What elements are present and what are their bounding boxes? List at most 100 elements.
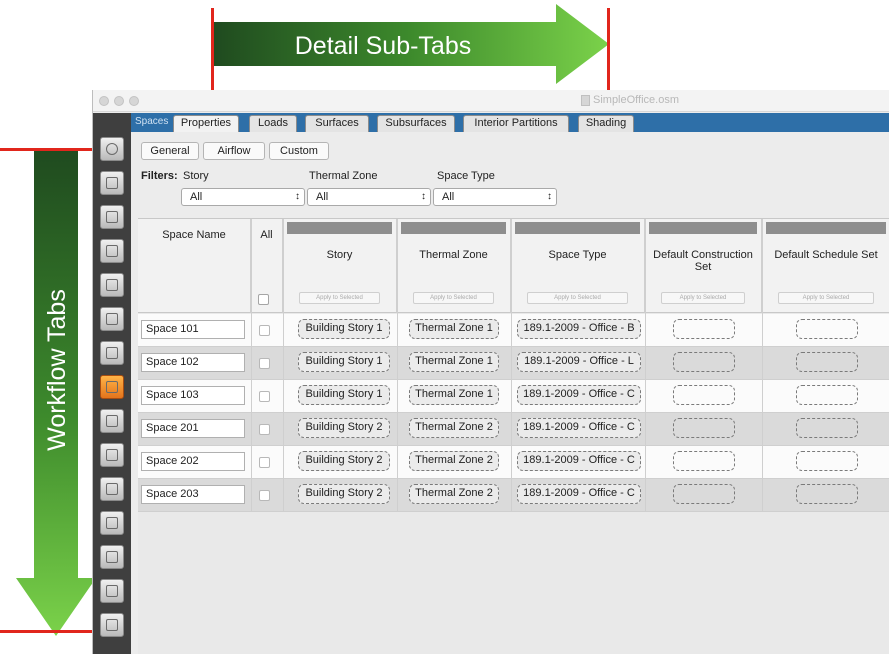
apply-to-selected-button[interactable]: Apply to Selected [299, 292, 380, 304]
type-filter-select[interactable]: All ↕ [433, 188, 557, 206]
zone-filter-select[interactable]: All ↕ [307, 188, 431, 206]
schedule-set-dropzone[interactable] [796, 385, 858, 405]
results-glyph-icon [106, 619, 118, 631]
space-name-field[interactable]: Space 202 [141, 452, 245, 471]
header-thermal-zone-label: Thermal Zone [419, 249, 488, 261]
header-drop-bar [649, 222, 757, 234]
workflow-tab-facility-icon[interactable] [100, 341, 124, 365]
row-select-checkbox[interactable] [259, 424, 270, 435]
workflow-tab-variables-icon[interactable] [100, 477, 124, 501]
chevron-updown-icon: ↕ [547, 191, 552, 202]
type-filter-label: Space Type [437, 170, 495, 182]
workflow-tab-simulation-settings-icon[interactable] [100, 511, 124, 535]
schedule-set-dropzone[interactable] [796, 418, 858, 438]
tab-loads[interactable]: Loads [249, 115, 297, 132]
row-select-checkbox[interactable] [259, 325, 270, 336]
construction-set-dropzone[interactable] [673, 451, 735, 471]
type-filter-value: All [442, 191, 455, 203]
apply-to-selected-button[interactable]: Apply to Selected [661, 292, 745, 304]
row-select-checkbox[interactable] [259, 391, 270, 402]
workflow-tab-spaces-icon[interactable] [100, 375, 124, 399]
space-name-field[interactable]: Space 102 [141, 353, 245, 372]
workflow-tab-constructions-icon[interactable] [100, 205, 124, 229]
row-select-checkbox[interactable] [259, 358, 270, 369]
header-default-schedule-set: Default Schedule Set Apply to Selected [762, 219, 889, 313]
constructions-glyph-icon [106, 211, 118, 223]
workflow-tab-run-icon[interactable] [100, 579, 124, 603]
workflow-tab-schedules-icon[interactable] [100, 171, 124, 195]
tab-surfaces[interactable]: Surfaces [305, 115, 369, 132]
space-type-dropzone[interactable]: 189.1-2009 - Office - L [517, 352, 641, 372]
space-name-field[interactable]: Space 203 [141, 485, 245, 504]
space-type-dropzone[interactable]: 189.1-2009 - Office - C [517, 385, 641, 405]
header-schedule-label: Default Schedule Set [774, 249, 878, 261]
space-type-dropzone[interactable]: 189.1-2009 - Office - C [517, 418, 641, 438]
general-button[interactable]: General [141, 142, 199, 160]
schedule-set-dropzone[interactable] [796, 484, 858, 504]
workflow-tab-thermal-zones-icon[interactable] [100, 409, 124, 433]
thermal-zone-dropzone[interactable]: Thermal Zone 1 [409, 385, 499, 405]
schedule-set-dropzone[interactable] [796, 352, 858, 372]
airflow-button[interactable]: Airflow [203, 142, 265, 160]
custom-button[interactable]: Custom [269, 142, 329, 160]
schedule-set-dropzone[interactable] [796, 451, 858, 471]
story-filter-select[interactable]: All ↕ [181, 188, 305, 206]
construction-set-dropzone[interactable] [673, 319, 735, 339]
story-dropzone[interactable]: Building Story 1 [298, 352, 390, 372]
close-button[interactable] [99, 96, 109, 106]
schedule-set-dropzone[interactable] [796, 319, 858, 339]
minimize-button[interactable] [114, 96, 124, 106]
loads-glyph-icon [106, 245, 118, 257]
row-select-checkbox[interactable] [259, 490, 270, 501]
story-dropzone[interactable]: Building Story 2 [298, 484, 390, 504]
construction-set-dropzone[interactable] [673, 484, 735, 504]
header-space-type-label: Space Type [548, 249, 607, 261]
zone-filter-value: All [316, 191, 329, 203]
space-name-field[interactable]: Space 103 [141, 386, 245, 405]
tab-subsurfaces[interactable]: Subsurfaces [377, 115, 455, 132]
tab-interior-partitions[interactable]: Interior Partitions [463, 115, 569, 132]
construction-set-dropzone[interactable] [673, 385, 735, 405]
space-type-dropzone[interactable]: 189.1-2009 - Office - C [517, 451, 641, 471]
workflow-tab-results-icon[interactable] [100, 613, 124, 637]
tab-spaces[interactable]: Spaces [135, 116, 168, 127]
facility-glyph-icon [106, 347, 118, 359]
apply-to-selected-button[interactable]: Apply to Selected [778, 292, 874, 304]
space-type-dropzone[interactable]: 189.1-2009 - Office - B [517, 319, 641, 339]
space-name-field[interactable]: Space 201 [141, 419, 245, 438]
workflow-tab-geometry-icon[interactable] [100, 307, 124, 331]
zone-filter-label: Thermal Zone [309, 170, 378, 182]
select-all-checkbox[interactable] [258, 294, 269, 305]
spaces-grid: Space Name All Story Apply to Selected T… [138, 218, 889, 654]
column-divider [645, 219, 646, 511]
thermal-zone-dropzone[interactable]: Thermal Zone 1 [409, 352, 499, 372]
row-select-checkbox[interactable] [259, 457, 270, 468]
workflow-tab-measures-icon[interactable] [100, 545, 124, 569]
workflow-tab-hvac-icon[interactable] [100, 443, 124, 467]
workflow-tab-bar [93, 113, 131, 654]
space-name-field[interactable]: Space 101 [141, 320, 245, 339]
thermal-zone-dropzone[interactable]: Thermal Zone 2 [409, 484, 499, 504]
thermal-zone-dropzone[interactable]: Thermal Zone 2 [409, 418, 499, 438]
header-drop-bar [515, 222, 640, 234]
construction-set-dropzone[interactable] [673, 352, 735, 372]
apply-to-selected-button[interactable]: Apply to Selected [413, 292, 494, 304]
workflow-tab-site-icon[interactable] [100, 137, 124, 161]
story-dropzone[interactable]: Building Story 2 [298, 451, 390, 471]
zoom-button[interactable] [129, 96, 139, 106]
construction-set-dropzone[interactable] [673, 418, 735, 438]
story-dropzone[interactable]: Building Story 1 [298, 319, 390, 339]
space-type-dropzone[interactable]: 189.1-2009 - Office - C [517, 484, 641, 504]
thermal-zone-dropzone[interactable]: Thermal Zone 2 [409, 451, 499, 471]
tab-properties[interactable]: Properties [173, 115, 239, 132]
story-dropzone[interactable]: Building Story 2 [298, 418, 390, 438]
apply-to-selected-button[interactable]: Apply to Selected [527, 292, 628, 304]
tab-shading[interactable]: Shading [578, 115, 634, 132]
story-dropzone[interactable]: Building Story 1 [298, 385, 390, 405]
column-divider [511, 219, 512, 511]
header-all: All [251, 219, 283, 313]
header-all-label: All [260, 229, 273, 241]
thermal-zone-dropzone[interactable]: Thermal Zone 1 [409, 319, 499, 339]
workflow-tab-loads-icon[interactable] [100, 239, 124, 263]
workflow-tab-space-types-icon[interactable] [100, 273, 124, 297]
